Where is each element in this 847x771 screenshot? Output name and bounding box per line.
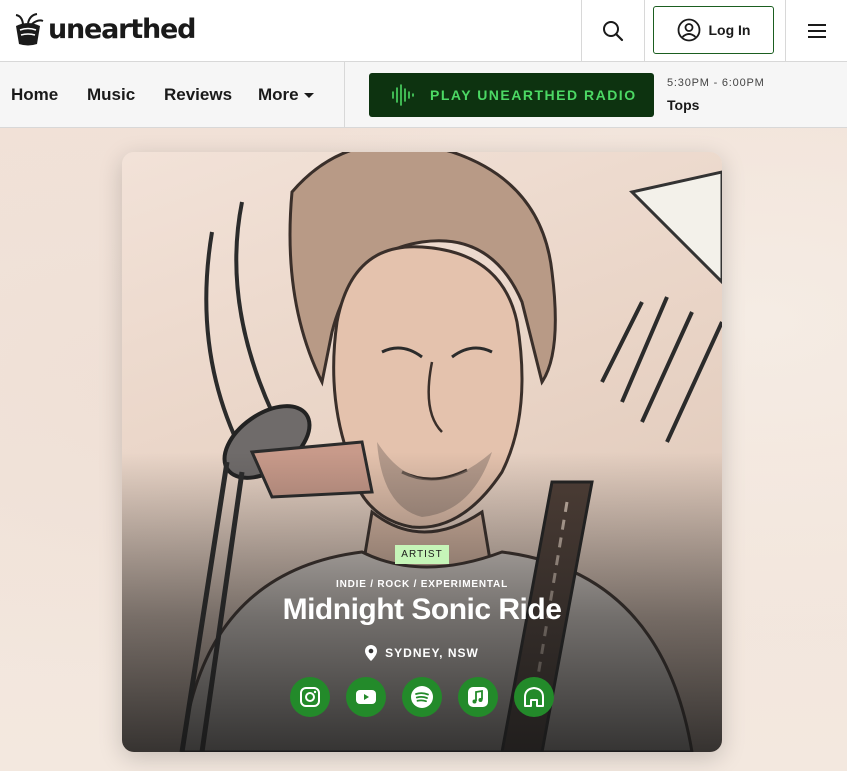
logo-mark-icon: [15, 13, 44, 46]
nav-item-home[interactable]: Home: [11, 85, 58, 105]
nav-item-music[interactable]: Music: [87, 85, 135, 105]
artist-name: Midnight Sonic Ride: [282, 593, 562, 626]
search-button[interactable]: [581, 0, 645, 62]
play-radio-button[interactable]: PLAY UNEARTHED RADIO: [369, 73, 654, 117]
map-pin-icon: [365, 645, 378, 661]
logo-wordmark: unearthed: [48, 14, 196, 45]
youtube-icon: [356, 690, 376, 704]
instagram-icon: [300, 687, 320, 707]
spotify-icon: [411, 686, 433, 708]
log-in-button[interactable]: Log In: [653, 6, 774, 54]
nav-bar: Home Music Reviews More PLAY UNEARTHED R…: [0, 62, 847, 128]
artist-genres: INDIE / ROCK / EXPERIMENTAL: [336, 579, 508, 590]
main-menu-button[interactable]: [785, 0, 847, 62]
hamburger-menu-icon: [807, 24, 826, 38]
youtube-link[interactable]: [346, 677, 386, 717]
home-icon: [524, 687, 544, 707]
caret-down-icon: [303, 92, 314, 98]
log-in-label: Log In: [708, 22, 751, 38]
social-links: [290, 677, 556, 717]
artist-location-label: SYDNEY, NSW: [385, 646, 479, 660]
apple-music-link[interactable]: [458, 677, 498, 717]
primary-nav: Home Music Reviews More: [0, 62, 345, 127]
website-link[interactable]: [514, 677, 554, 717]
user-circle-icon: [677, 18, 700, 42]
nav-item-more[interactable]: More: [258, 85, 314, 105]
instagram-link[interactable]: [290, 677, 330, 717]
apple-music-icon: [468, 687, 488, 707]
spotify-link[interactable]: [402, 677, 442, 717]
play-radio-label: PLAY UNEARTHED RADIO: [430, 87, 637, 103]
now-playing-time: 5:30PM - 6:00PM: [667, 77, 765, 89]
now-playing-show[interactable]: Tops: [667, 97, 699, 113]
unearthed-logo[interactable]: unearthed: [10, 12, 196, 48]
search-icon: [603, 21, 624, 42]
artist-hero-image: [122, 152, 722, 752]
nav-item-reviews[interactable]: Reviews: [164, 85, 232, 105]
audio-wave-icon: [392, 84, 414, 106]
nav-item-more-label: More: [258, 85, 299, 104]
artist-location: SYDNEY, NSW: [122, 645, 722, 661]
artist-type-badge: ARTIST: [395, 545, 449, 564]
top-bar: unearthed Log In: [0, 0, 847, 62]
